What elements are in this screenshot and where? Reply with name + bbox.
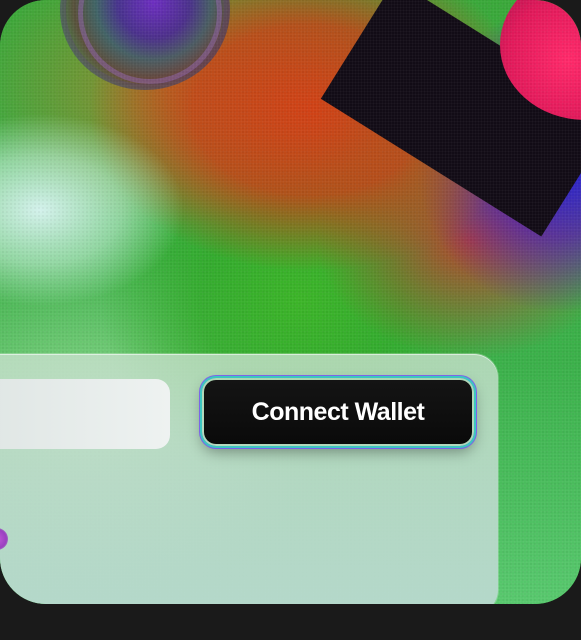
- hero-card: Connect Wallet: [0, 0, 581, 604]
- wallet-input[interactable]: [0, 379, 170, 449]
- connect-wallet-button[interactable]: Connect Wallet: [202, 378, 474, 446]
- screenshot-frame: Connect Wallet: [0, 0, 581, 640]
